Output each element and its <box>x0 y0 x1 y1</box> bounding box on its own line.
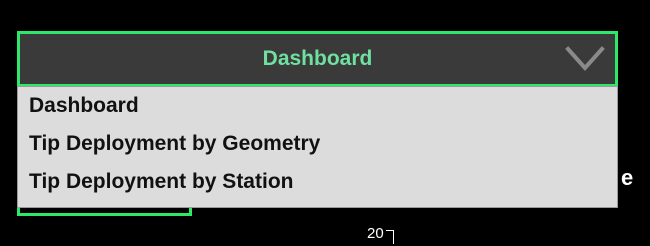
option-tip-deployment-by-station[interactable]: Tip Deployment by Station <box>18 167 617 205</box>
page-select-options: Dashboard Tip Deployment by Geometry Tip… <box>17 86 618 208</box>
page-select-dropdown[interactable]: Dashboard <box>17 31 618 87</box>
chevron-down-icon[interactable] <box>565 44 605 74</box>
background-title-fragment: e <box>621 165 634 190</box>
chart-axis-tick: 20 <box>367 226 394 244</box>
page-select-value: Dashboard <box>262 47 373 70</box>
app-stage: e 20 Dashboard Dashboard Tip Deployment … <box>0 0 650 246</box>
option-tip-deployment-by-geometry[interactable]: Tip Deployment by Geometry <box>18 129 617 167</box>
chart-axis-tick-mark <box>385 230 394 244</box>
chart-axis-tick-label: 20 <box>367 225 384 242</box>
option-dashboard[interactable]: Dashboard <box>18 91 617 129</box>
